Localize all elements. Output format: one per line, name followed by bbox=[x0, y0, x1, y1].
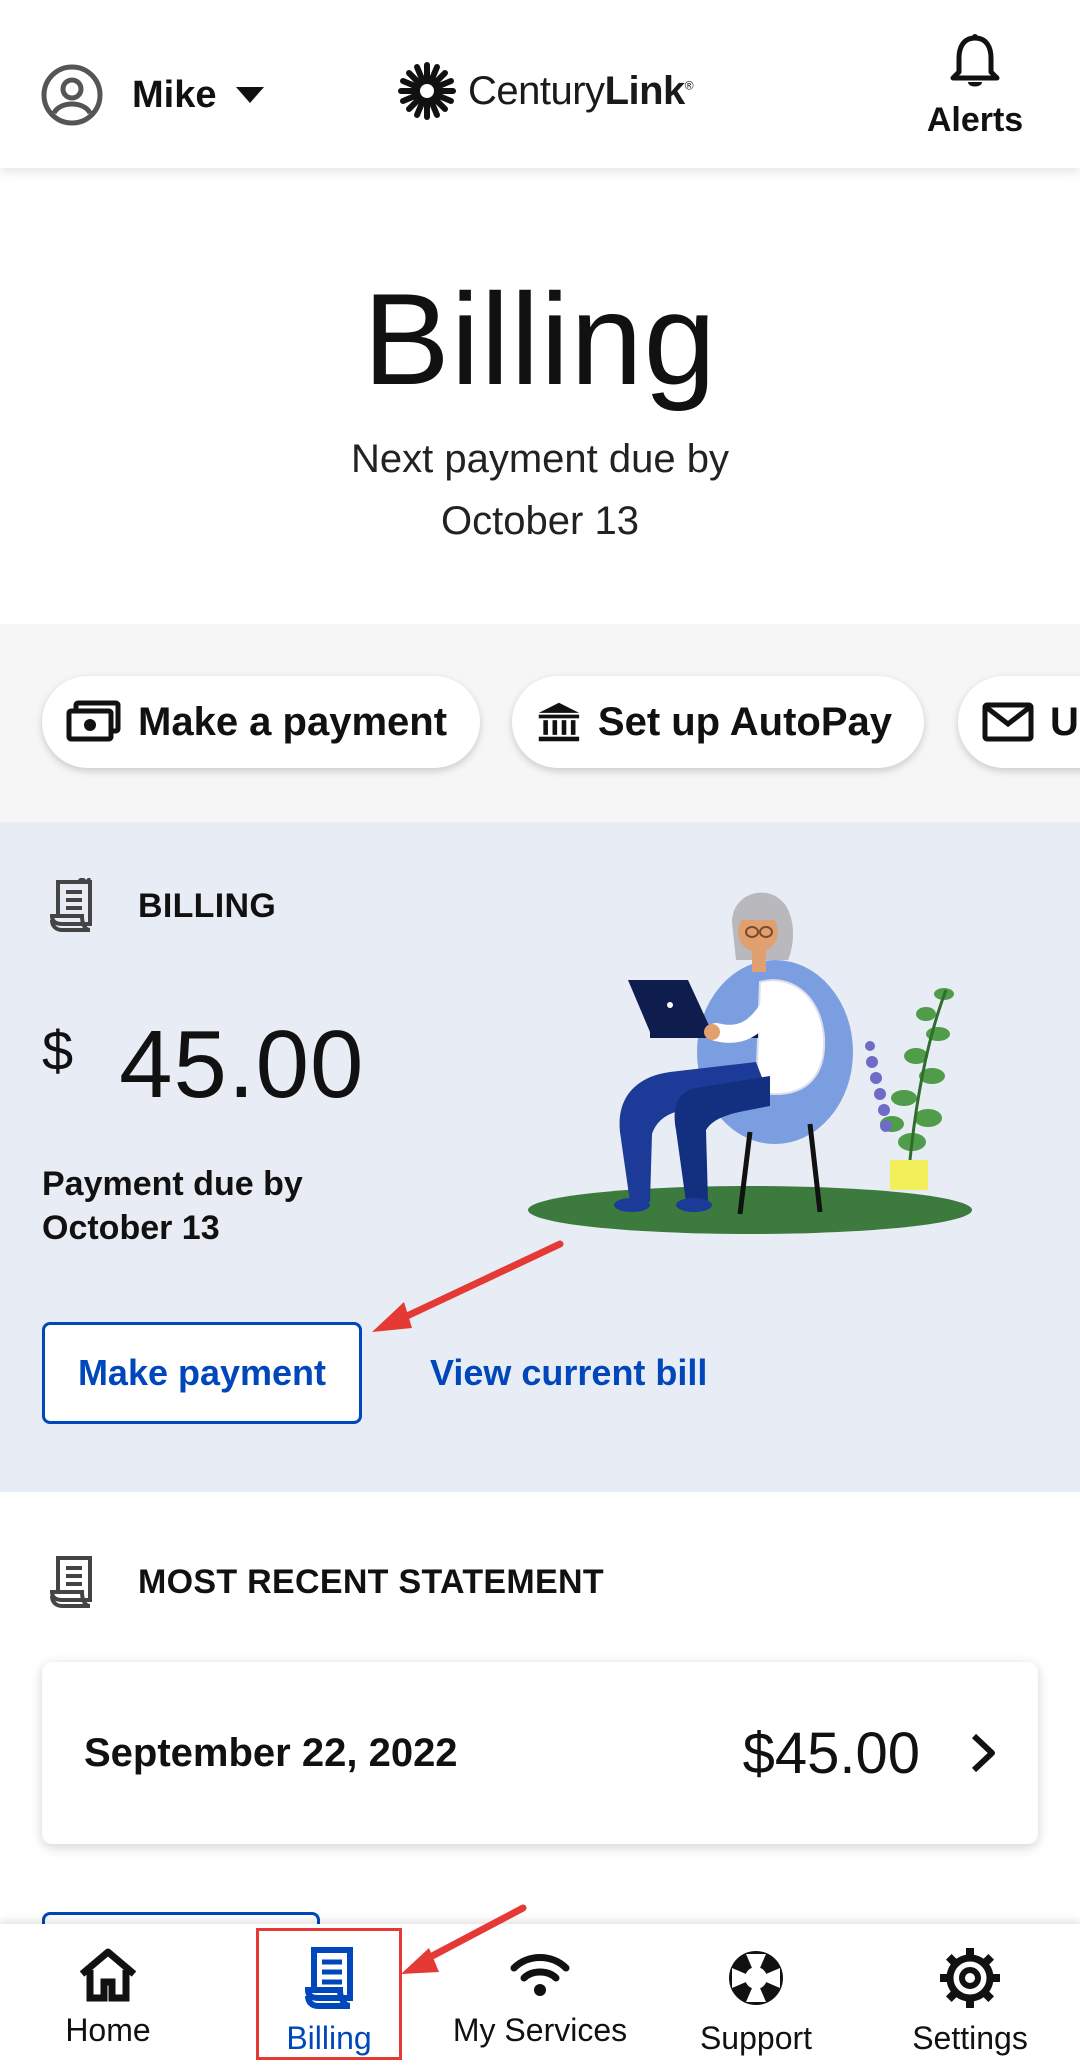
bottom-navigation: Home Billing My Services Support Setting… bbox=[0, 1924, 1080, 2068]
third-action-label: U bbox=[1050, 699, 1079, 744]
alerts-button[interactable]: Alerts bbox=[920, 34, 1030, 140]
account-icon bbox=[41, 64, 103, 126]
nav-settings[interactable]: Settings bbox=[900, 1924, 1040, 2068]
user-menu[interactable]: Mike bbox=[40, 60, 265, 130]
make-a-payment-chip[interactable]: Make a payment bbox=[42, 676, 480, 768]
gear-icon bbox=[940, 1948, 1000, 2008]
next-payment-text: Next payment due by October 13 bbox=[0, 428, 1080, 552]
alerts-label: Alerts bbox=[926, 101, 1024, 139]
nav-home-label: Home bbox=[65, 2012, 151, 2048]
page-title: Billing bbox=[363, 266, 717, 412]
annotation-arrow-billing-tab bbox=[401, 1904, 527, 1974]
centurylink-logo-mark-icon bbox=[398, 62, 456, 120]
payment-icon bbox=[66, 700, 121, 742]
nav-home[interactable]: Home bbox=[40, 1924, 176, 2068]
chevron-down-icon bbox=[236, 87, 265, 103]
billing-section-label: BILLING bbox=[138, 886, 277, 925]
billing-section-header: BILLING bbox=[48, 878, 276, 934]
app-header: Mike CenturyLink® Alerts bbox=[0, 0, 1080, 168]
billing-card: BILLING $ 45.00 Payment due by October 1… bbox=[0, 822, 1080, 1492]
billing-hero: Billing Next payment due by October 13 bbox=[0, 168, 1080, 624]
receipt-icon bbox=[49, 1556, 92, 1608]
lifebuoy-icon bbox=[729, 1951, 783, 2005]
most-recent-statement-section: MOST RECENT STATEMENT September 22, 2022… bbox=[0, 1492, 1080, 1972]
payment-due-line2: October 13 bbox=[42, 1209, 220, 1247]
annotation-arrow-make-payment bbox=[372, 1240, 564, 1332]
centurylink-logo: CenturyLink® bbox=[398, 62, 694, 120]
mail-icon bbox=[982, 702, 1034, 742]
billing-tab-highlight-box bbox=[256, 1928, 402, 2060]
chevron-right-icon bbox=[971, 1733, 995, 1773]
woman-with-laptop-illustration bbox=[528, 892, 972, 1234]
bank-icon bbox=[538, 702, 580, 742]
logo-text: CenturyLink® bbox=[468, 68, 694, 113]
statement-section-header: MOST RECENT STATEMENT bbox=[48, 1554, 604, 1610]
set-up-autopay-label: Set up AutoPay bbox=[597, 699, 892, 744]
payment-due-text: Payment due by October 13 bbox=[42, 1162, 303, 1250]
next-payment-line1: Next payment due by bbox=[351, 437, 729, 481]
payment-due-line1: Payment due by bbox=[42, 1165, 303, 1203]
next-payment-line2: October 13 bbox=[441, 499, 639, 543]
statement-amount: $45.00 bbox=[742, 1720, 920, 1786]
quick-actions-carousel[interactable]: Make a payment Set up AutoPay U bbox=[0, 624, 1080, 822]
receipt-icon bbox=[49, 878, 92, 932]
user-name: Mike bbox=[132, 73, 217, 116]
third-action-chip[interactable]: U bbox=[958, 676, 1080, 768]
amount-value: 45.00 bbox=[119, 1011, 365, 1118]
nav-my-services-label: My Services bbox=[452, 2012, 628, 2048]
nav-support-label: Support bbox=[699, 2020, 813, 2056]
nav-support[interactable]: Support bbox=[690, 1924, 822, 2068]
view-current-bill-link[interactable]: View current bill bbox=[430, 1352, 707, 1394]
balance-amount: $ 45.00 bbox=[42, 1010, 364, 1120]
set-up-autopay-chip[interactable]: Set up AutoPay bbox=[512, 676, 924, 768]
currency-symbol: $ bbox=[42, 1019, 74, 1082]
nav-settings-label: Settings bbox=[912, 2020, 1028, 2056]
make-payment-button[interactable]: Make payment bbox=[42, 1322, 362, 1424]
make-a-payment-label: Make a payment bbox=[138, 699, 448, 744]
home-icon bbox=[79, 1948, 137, 2002]
bell-icon bbox=[950, 34, 1000, 87]
statement-row[interactable]: September 22, 2022 $45.00 bbox=[42, 1662, 1038, 1844]
statement-section-label: MOST RECENT STATEMENT bbox=[138, 1562, 604, 1601]
statement-date: September 22, 2022 bbox=[84, 1730, 458, 1775]
